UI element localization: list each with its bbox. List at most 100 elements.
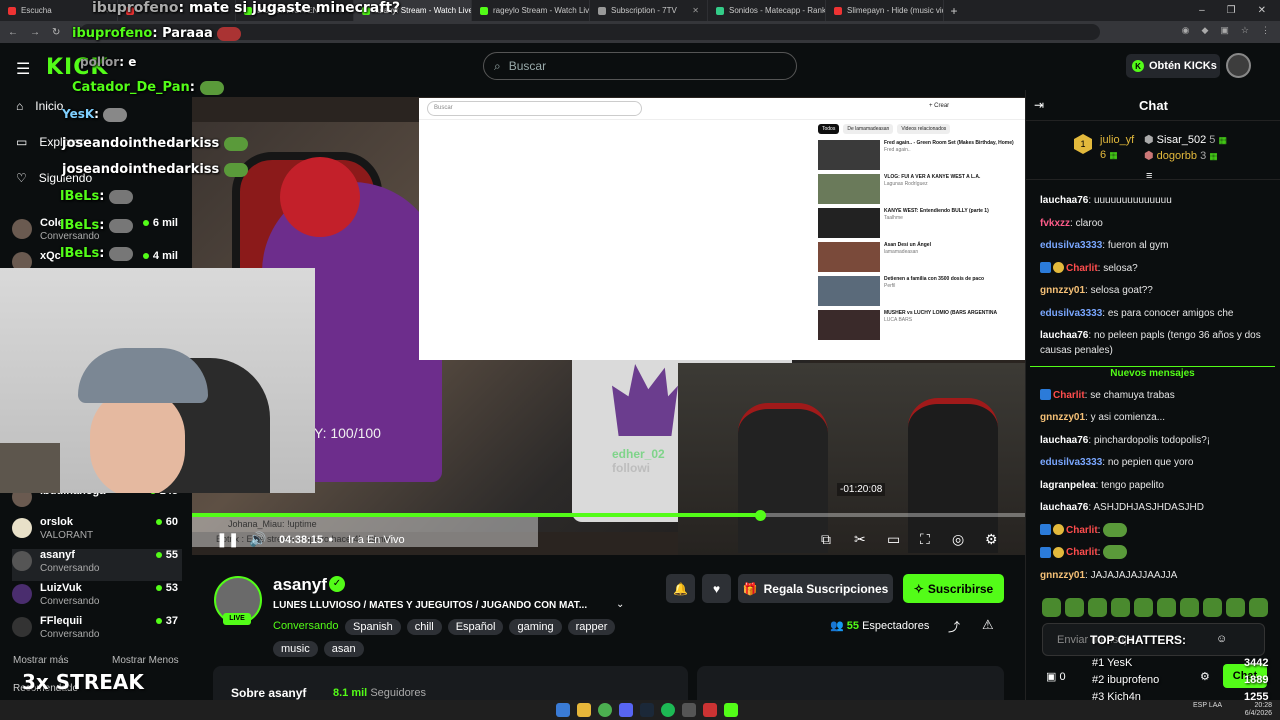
emote-icon[interactable] (1226, 598, 1245, 617)
theater-mode-icon[interactable]: ▭ (887, 531, 900, 548)
browser-tab[interactable]: Subscription - 7TV ✕ (590, 0, 708, 21)
emote-bar (1042, 598, 1268, 617)
top-chatter-rank: #2 ibuprofeno (1092, 674, 1160, 686)
tag[interactable]: rapper (567, 619, 616, 635)
tag[interactable]: chill (406, 619, 442, 635)
gift-subs-label: Regala Suscripciones (763, 581, 889, 596)
chat-message: Charlit: selosa? (1040, 261, 1275, 276)
video-player[interactable]: Buscar + Crear Todos De lamamadeasan Vid… (192, 97, 1025, 555)
tag[interactable]: Español (447, 619, 504, 635)
maximize-icon[interactable]: ❐ (1227, 5, 1236, 16)
clip-icon[interactable]: ✂ (854, 531, 866, 548)
browser-tab[interactable]: Sonidos - Matecapp - Ranking✕ (708, 0, 826, 21)
kicks-coin-icon: K (1132, 60, 1144, 72)
new-tab-button[interactable]: + (944, 4, 964, 18)
subscribe-button[interactable]: ✧ Suscribirse (903, 574, 1004, 603)
follow-heart-button[interactable]: ♥ (702, 574, 731, 603)
discord-icon[interactable] (619, 703, 633, 717)
chat-settings-icon[interactable]: ⚙ (1200, 670, 1210, 683)
hamburger-menu-icon[interactable]: ☰ (16, 59, 30, 79)
emote-icon[interactable] (1203, 598, 1222, 617)
gifter-name[interactable]: julio_yf (1100, 134, 1134, 146)
browser-tab[interactable]: rageylo Stream - Watch Live o✕ (472, 0, 590, 21)
volume-icon[interactable]: 🔊 (249, 531, 266, 548)
app-icon[interactable] (682, 703, 696, 717)
extension-icon[interactable]: ◉ (1182, 25, 1190, 36)
emote-icon[interactable] (1134, 598, 1153, 617)
tab-favicon-icon (716, 6, 724, 15)
tab-favicon-icon (480, 6, 488, 15)
chevron-down-icon[interactable]: ⌄ (616, 599, 624, 610)
chat-message: gnnzzy01: JAJAJAJAJJAAJJA (1040, 569, 1178, 581)
close-tab-icon[interactable]: ✕ (692, 6, 699, 15)
tag[interactable]: Spanish (345, 619, 401, 635)
forward-icon[interactable]: → (30, 27, 40, 38)
emote-icon[interactable] (1111, 598, 1130, 617)
tag[interactable]: asan (323, 641, 364, 657)
sidebar-channel[interactable]: LuizVuk Conversando 53 (12, 582, 182, 614)
emote-icon[interactable] (1042, 598, 1061, 617)
share-icon[interactable]: ⤴ (948, 618, 960, 635)
live-dot-icon: ● (328, 534, 334, 544)
top-chatter-count: 1889 (1244, 674, 1269, 686)
chrome-icon[interactable] (598, 703, 612, 717)
stream-info: LIVE asanyf ✓ LUNES LLUVIOSO / MATES Y J… (192, 555, 1025, 720)
browser-tab[interactable]: Slimepayn - Hide (music video)✕ (826, 0, 944, 21)
file-explorer-icon[interactable] (577, 703, 591, 717)
minimize-icon[interactable]: – (1199, 5, 1205, 16)
notification-bell-button[interactable]: 🔔 (666, 574, 695, 603)
streamer-name[interactable]: asanyf (273, 575, 327, 595)
sidebar-channel[interactable]: orslok VALORANT 60 (12, 516, 182, 548)
spotify-icon[interactable] (661, 703, 675, 717)
pip-icon[interactable]: ⧉ (821, 531, 831, 548)
category-link[interactable]: Conversando (273, 620, 338, 632)
fullscreen-icon[interactable]: ⛶ (920, 531, 930, 548)
system-clock[interactable]: 20:28 6/4/2026 (1245, 702, 1272, 718)
obs-icon[interactable] (703, 703, 717, 717)
report-icon[interactable]: ⚠ (982, 617, 994, 633)
go-live-button[interactable]: Ir a En Vivo (348, 534, 405, 546)
kick-app-icon[interactable] (724, 703, 738, 717)
menu-dots-icon[interactable]: ⋮ (1261, 25, 1270, 36)
extension-icon[interactable]: ▣ (1220, 25, 1229, 36)
steam-icon[interactable] (640, 703, 654, 717)
gifter-entry[interactable]: ⬢ dogorbb 3 ▦ (1144, 149, 1218, 162)
progress-bar[interactable] (192, 513, 1025, 517)
emote-icon[interactable] (1088, 598, 1107, 617)
emote-icon[interactable] (1157, 598, 1176, 617)
show-more-link[interactable]: Mostrar más (13, 655, 69, 666)
tag[interactable]: gaming (509, 619, 562, 635)
settings-gear-icon[interactable]: ⚙ (985, 531, 998, 548)
youtube-search: Buscar (427, 101, 642, 116)
channel-avatar (12, 584, 32, 604)
pause-icon[interactable]: ❚❚ (216, 531, 239, 548)
expand-gifters-icon[interactable]: ≡ (1146, 170, 1152, 182)
windows-start-icon[interactable] (556, 703, 570, 717)
show-less-link[interactable]: Mostrar Menos (112, 655, 179, 666)
yt-video-item: VLOG: FUI A VER A KANYE WEST A L.A. Lagun… (814, 172, 1025, 206)
extension-icon[interactable]: ◆ (1201, 25, 1208, 36)
sidebar-channel-active[interactable]: asanyf Conversando 55 (12, 549, 182, 581)
gifter-entry[interactable]: ⬢ Sisar_502 5 ▦ (1144, 133, 1227, 146)
get-kicks-button[interactable]: K Obtén KICKs (1126, 54, 1220, 78)
input-language[interactable]: ESP LAA (1193, 702, 1222, 710)
emote-icon[interactable] (1065, 598, 1084, 617)
extension-icon[interactable]: ☆ (1241, 25, 1249, 36)
close-window-icon[interactable]: ✕ (1258, 5, 1266, 16)
reload-icon[interactable]: ↻ (52, 27, 60, 38)
gift-subs-button[interactable]: 🎁 Regala Suscripciones (738, 574, 893, 603)
user-avatar[interactable] (1226, 53, 1251, 78)
sidebar-channel[interactable]: FFlequii Conversando 37 (12, 615, 182, 647)
channel-avatar (12, 518, 32, 538)
back-icon[interactable]: ← (8, 27, 18, 38)
emote-icon[interactable] (1249, 598, 1268, 617)
search-input[interactable]: ⌕ Buscar (483, 52, 797, 80)
sidebar-item-home[interactable]: ⌂ Inicio (16, 99, 63, 113)
emote-picker-icon[interactable]: ☺ (1216, 633, 1227, 645)
badge-icon (1040, 524, 1051, 536)
kicks-wallet[interactable]: ▣ 0 (1046, 670, 1066, 683)
emote-icon[interactable] (1180, 598, 1199, 617)
tag[interactable]: music (273, 641, 318, 657)
channel-category: Conversando (40, 596, 100, 607)
quality-icon[interactable]: ◎ (952, 531, 964, 548)
